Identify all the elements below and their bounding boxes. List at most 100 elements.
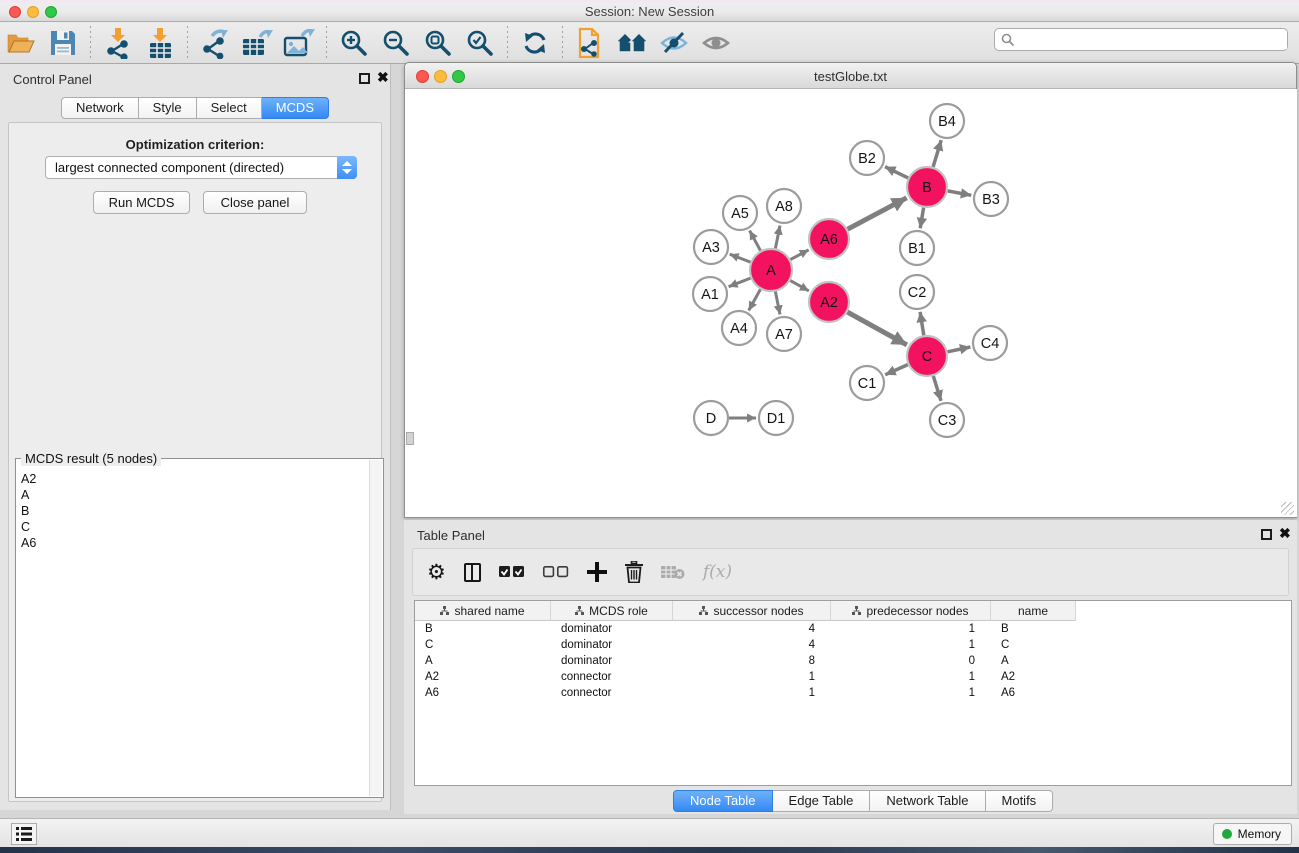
- refresh-icon[interactable]: [517, 26, 553, 60]
- toolbar-search-field[interactable]: [994, 28, 1288, 51]
- visual-hide-icon[interactable]: [656, 26, 692, 60]
- list-item[interactable]: B: [21, 503, 369, 519]
- list-item[interactable]: A6: [21, 535, 369, 551]
- cell-shared-name[interactable]: A: [415, 653, 551, 669]
- cell-successor-nodes[interactable]: 1: [673, 685, 831, 701]
- cell-predecessor-nodes[interactable]: 1: [831, 637, 991, 653]
- edge-C-C4[interactable]: [948, 347, 971, 352]
- dropdown-stepper-icon[interactable]: [337, 156, 357, 179]
- zoom-out-icon[interactable]: [378, 26, 414, 60]
- import-table-icon[interactable]: [142, 26, 178, 60]
- column-header-mcds-role[interactable]: MCDS role: [551, 601, 673, 621]
- cell-successor-nodes[interactable]: 8: [673, 653, 831, 669]
- tab-motifs[interactable]: Motifs: [986, 790, 1054, 812]
- zoom-fit-icon[interactable]: [420, 26, 456, 60]
- table-row[interactable]: A2 connector 1 1 A2: [415, 669, 1291, 685]
- tab-network[interactable]: Network: [61, 97, 139, 119]
- tab-style[interactable]: Style: [139, 97, 197, 119]
- create-column-plus-icon[interactable]: [587, 557, 607, 587]
- cell-name[interactable]: A2: [991, 669, 1076, 685]
- column-header-shared-name[interactable]: shared name: [415, 601, 551, 621]
- cell-mcds-role[interactable]: dominator: [551, 653, 673, 669]
- splitter-handle[interactable]: [406, 432, 414, 445]
- open-folder-icon[interactable]: [3, 26, 39, 60]
- optimization-criterion-dropdown[interactable]: largest connected component (directed): [45, 156, 357, 179]
- column-header-name[interactable]: name: [991, 601, 1076, 621]
- new-network-from-file-icon[interactable]: [572, 26, 608, 60]
- float-panel-icon[interactable]: [359, 73, 370, 84]
- cell-predecessor-nodes[interactable]: 1: [831, 685, 991, 701]
- tab-select[interactable]: Select: [197, 97, 262, 119]
- delete-column-trash-icon[interactable]: [625, 557, 643, 587]
- result-list-scrollbar[interactable]: [369, 460, 382, 796]
- cell-mcds-role[interactable]: dominator: [551, 621, 673, 637]
- column-header-predecessor-nodes[interactable]: predecessor nodes: [831, 601, 991, 621]
- cell-name[interactable]: C: [991, 637, 1076, 653]
- network-window-titlebar[interactable]: testGlobe.txt: [405, 63, 1296, 89]
- close-panel-button[interactable]: Close panel: [203, 191, 307, 214]
- tab-network-table[interactable]: Network Table: [870, 790, 985, 812]
- cell-name[interactable]: B: [991, 621, 1076, 637]
- edge-B-B2[interactable]: [885, 167, 908, 178]
- list-item[interactable]: C: [21, 519, 369, 535]
- tab-mcds[interactable]: MCDS: [262, 97, 329, 119]
- table-row[interactable]: A6 connector 1 1 A6: [415, 685, 1291, 701]
- export-network-icon[interactable]: [197, 26, 233, 60]
- select-all-rows-icon[interactable]: [499, 557, 525, 587]
- show-columns-icon[interactable]: [464, 557, 481, 587]
- float-panel-icon[interactable]: [1261, 529, 1272, 540]
- export-table-icon[interactable]: [239, 26, 275, 60]
- import-network-icon[interactable]: [100, 26, 136, 60]
- edge-A-A5[interactable]: [750, 231, 761, 251]
- edge-B-B3[interactable]: [948, 191, 972, 195]
- task-history-button[interactable]: [11, 823, 37, 845]
- cell-shared-name[interactable]: C: [415, 637, 551, 653]
- edge-B-B4[interactable]: [933, 140, 941, 167]
- cell-mcds-role[interactable]: connector: [551, 669, 673, 685]
- edge-A2-C[interactable]: [847, 312, 907, 345]
- column-header-successor-nodes[interactable]: successor nodes: [673, 601, 831, 621]
- zoom-in-icon[interactable]: [336, 26, 372, 60]
- edge-A6-B[interactable]: [848, 198, 907, 229]
- close-panel-icon[interactable]: ✖: [1279, 525, 1291, 542]
- edge-A-A4[interactable]: [749, 289, 761, 310]
- list-item[interactable]: A2: [21, 471, 369, 487]
- edge-A-A2[interactable]: [790, 281, 809, 291]
- table-row[interactable]: B dominator 4 1 B: [415, 621, 1291, 637]
- zoom-selected-icon[interactable]: [462, 26, 498, 60]
- table-settings-gear-icon[interactable]: ⚙: [427, 557, 446, 587]
- network-graph-canvas[interactable]: B4B2BB3A5A8A6A3B1AA1C2A2A4A7C4CC1DD1C3: [406, 89, 1297, 517]
- cell-name[interactable]: A6: [991, 685, 1076, 701]
- cell-successor-nodes[interactable]: 1: [673, 669, 831, 685]
- run-mcds-button[interactable]: Run MCDS: [93, 191, 190, 214]
- tab-edge-table[interactable]: Edge Table: [773, 790, 871, 812]
- search-input[interactable]: [1015, 31, 1287, 49]
- export-image-icon[interactable]: [281, 26, 317, 60]
- window-resize-grip[interactable]: [1281, 502, 1294, 515]
- table-row[interactable]: A dominator 8 0 A: [415, 653, 1291, 669]
- cell-shared-name[interactable]: B: [415, 621, 551, 637]
- edge-C-C3[interactable]: [933, 376, 941, 401]
- cell-successor-nodes[interactable]: 4: [673, 637, 831, 653]
- edge-A-A1[interactable]: [729, 278, 751, 287]
- edge-A-A6[interactable]: [790, 250, 808, 260]
- delete-table-icon[interactable]: [661, 557, 685, 587]
- close-panel-icon[interactable]: ✖: [377, 69, 389, 86]
- table-row[interactable]: C dominator 4 1 C: [415, 637, 1291, 653]
- memory-button[interactable]: Memory: [1213, 823, 1292, 845]
- function-builder-icon[interactable]: f(x): [703, 557, 732, 587]
- edge-A-A7[interactable]: [775, 292, 780, 315]
- edge-A-A3[interactable]: [730, 254, 751, 262]
- list-item[interactable]: A: [21, 487, 369, 503]
- deselect-all-rows-icon[interactable]: [543, 557, 569, 587]
- cell-predecessor-nodes[interactable]: 1: [831, 669, 991, 685]
- edge-A-A8[interactable]: [775, 226, 780, 249]
- edge-B-B1[interactable]: [920, 208, 923, 229]
- mcds-result-list[interactable]: A2 A B C A6: [17, 467, 369, 796]
- eye-icon[interactable]: [698, 26, 734, 60]
- cell-shared-name[interactable]: A6: [415, 685, 551, 701]
- edge-C-C1[interactable]: [885, 365, 908, 375]
- save-session-icon[interactable]: [45, 26, 81, 60]
- cell-predecessor-nodes[interactable]: 0: [831, 653, 991, 669]
- tab-node-table[interactable]: Node Table: [673, 790, 773, 812]
